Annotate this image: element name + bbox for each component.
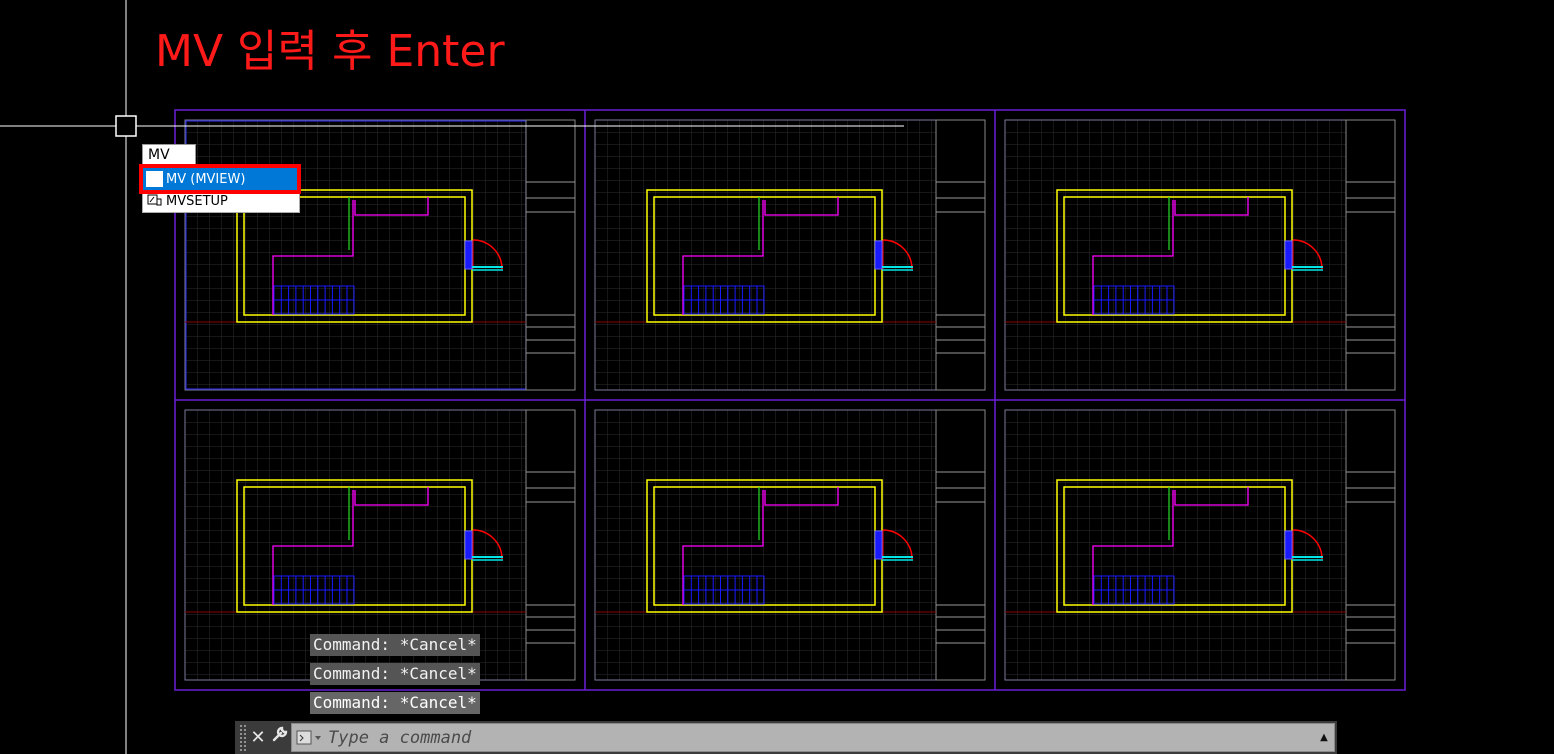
viewport-sheet[interactable]	[594, 119, 986, 391]
history-line: Command: *Cancel*	[310, 634, 480, 656]
drag-handle[interactable]	[239, 723, 247, 752]
command-input-field[interactable]: ▲	[291, 723, 1335, 752]
viewport-sheet[interactable]	[1004, 119, 1396, 391]
viewport-sheet[interactable]	[1004, 409, 1396, 681]
command-input[interactable]	[326, 726, 1314, 749]
mvsetup-icon	[146, 193, 163, 209]
command-history: Command: *Cancel* Command: *Cancel* Comm…	[310, 634, 480, 721]
viewport-sheet[interactable]	[594, 409, 986, 681]
command-line-bar: ✕ ▲	[235, 721, 1337, 754]
history-line: Command: *Cancel*	[310, 663, 480, 685]
pickbox	[115, 115, 137, 137]
history-line: Command: *Cancel*	[310, 692, 480, 714]
highlight-box	[139, 164, 301, 194]
viewport-sheet[interactable]	[184, 119, 576, 391]
autocomplete-typed-text[interactable]: MV	[142, 144, 196, 165]
wrench-icon[interactable]	[269, 724, 291, 752]
layout-drawing-area[interactable]	[0, 0, 1554, 754]
chevron-up-icon[interactable]: ▲	[1314, 732, 1334, 743]
close-icon[interactable]: ✕	[247, 724, 269, 752]
prompt-icon[interactable]	[292, 723, 326, 752]
autocomplete-item-label: MVSETUP	[166, 193, 228, 209]
